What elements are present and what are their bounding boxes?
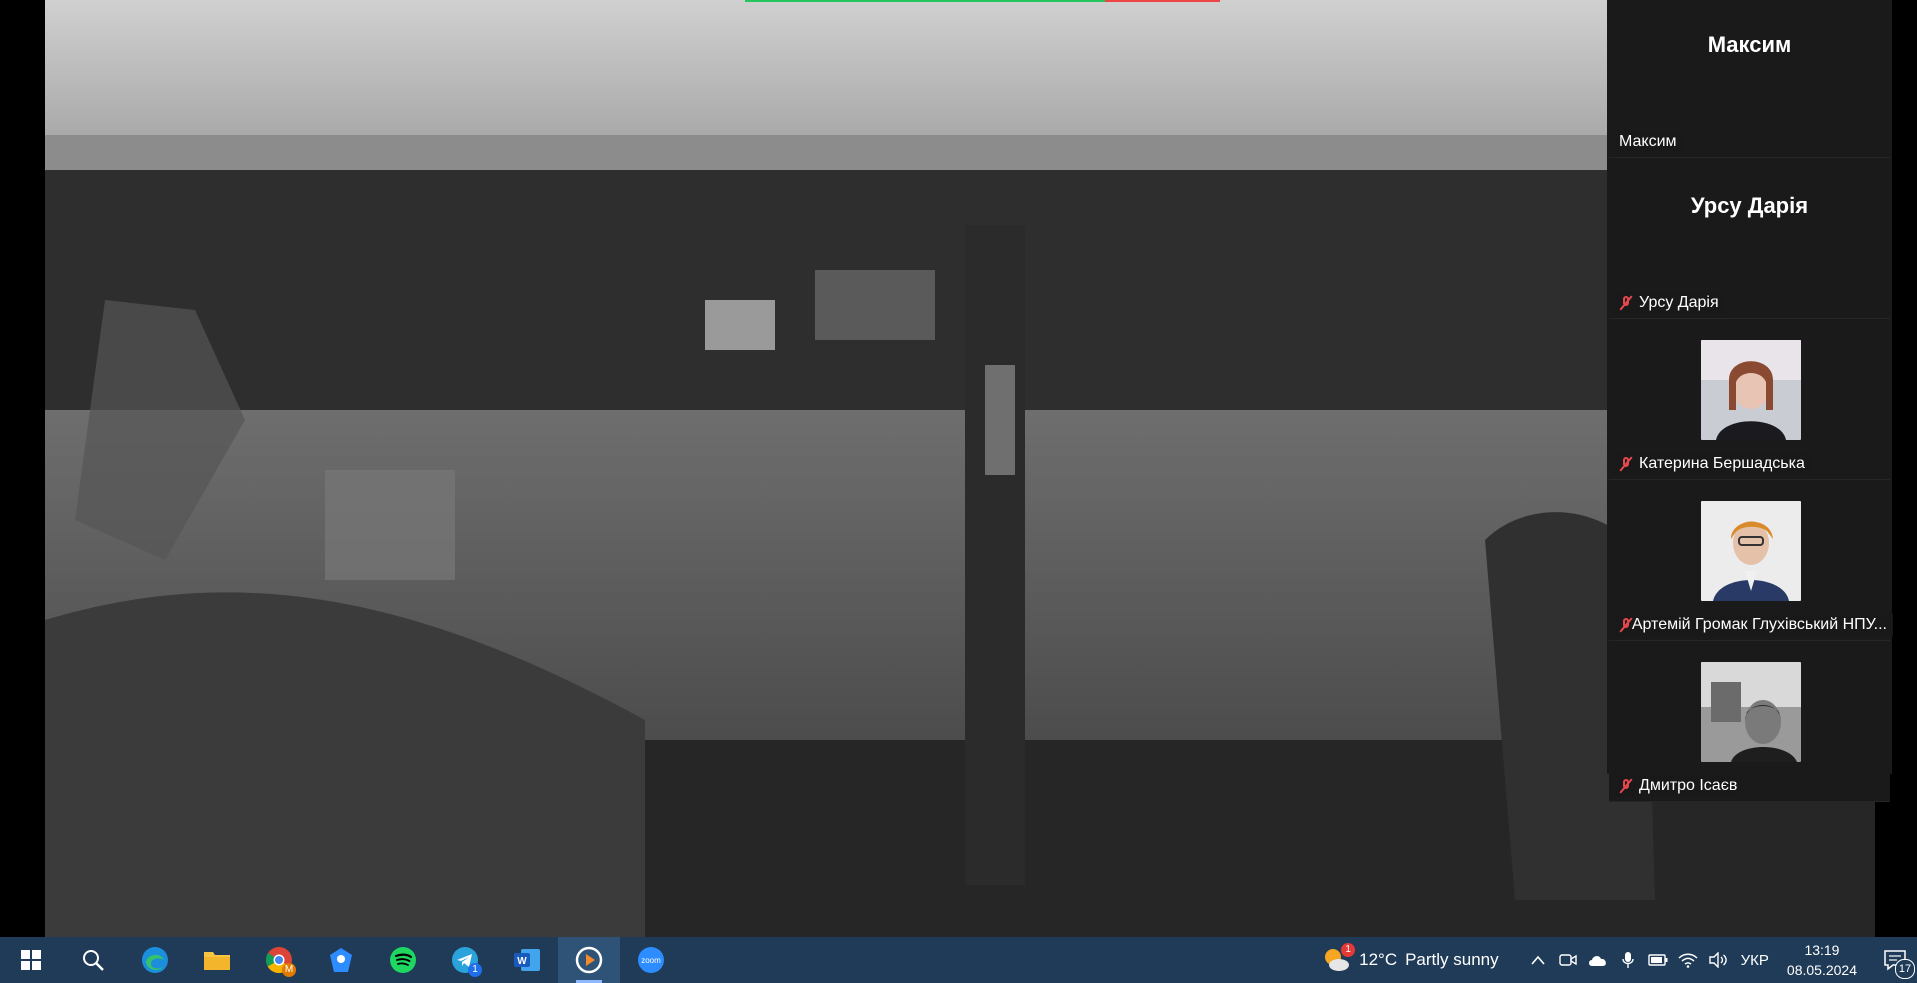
tray-onedrive[interactable] [1583,937,1613,983]
mic-muted-icon [1619,295,1633,311]
media-player-icon [575,946,603,974]
blue-app-icon [330,948,352,972]
speaker-icon [1708,952,1727,968]
microphone-icon [1621,952,1634,968]
windows-logo-icon [21,950,41,970]
weather-desc: Partly sunny [1405,950,1499,969]
search-icon [83,950,104,971]
clock-date: 08.05.2024 [1786,962,1857,978]
weather-alert-badge: 1 [1341,943,1356,957]
word-icon: W [514,949,540,971]
system-clock[interactable]: 13:19 08.05.2024 [1787,940,1857,980]
taskbar-app-word[interactable]: W [496,937,558,983]
video-frame-scene [45,0,1875,937]
wifi-icon [1678,953,1698,968]
participant-label-text: Катерина Бершадська [1639,455,1805,472]
tray-microphone[interactable] [1613,937,1643,983]
zoom-icon: zoom [638,947,664,973]
participant-video [1701,501,1801,601]
participant-video [1701,340,1801,440]
taskbar-app-media-player[interactable] [558,937,620,983]
participant-name-label: Максим [1615,131,1683,153]
participant-name-label: Дмитро Ісаєв [1615,775,1744,797]
mic-muted-icon [1619,617,1629,633]
participant-tile[interactable]: Катерина Бершадська [1609,322,1890,480]
participant-tile[interactable]: Дмитро Ісаєв [1609,644,1890,802]
weather-widget[interactable]: 1 12°C Partly sunny [1321,943,1499,975]
system-tray: 1 12°C Partly sunny УКР 13:19 08.05.2024… [1321,937,1917,983]
taskbar-app-telegram[interactable]: 1 [434,937,496,983]
tray-battery[interactable] [1643,937,1673,983]
participant-display-name: Максим [1707,32,1792,57]
windows-taskbar: M 1 W zoom 1 12°C Partly sunny УКР 13:19… [0,937,1917,983]
start-button[interactable] [0,937,62,983]
weather-temp: 12°C [1359,950,1398,969]
participant-label-text: Максим [1619,133,1677,150]
battery-icon [1647,954,1668,966]
taskbar-app-zoom[interactable]: zoom [620,937,682,983]
participants-panel: Максим Максим Урсу Дарія Урсу Дарія Кате… [1607,0,1893,802]
tray-volume[interactable] [1703,937,1733,983]
folder-icon [204,952,230,970]
notification-count-badge: 17 [1895,959,1915,979]
zoom-icon-label: zoom [641,956,661,965]
shared-screen-video [45,0,1875,937]
participant-name-label: Урсу Дарія [1615,292,1725,314]
camera-tray-icon [1558,954,1577,966]
participant-name-label: Артемій Громак Глухівський НПУ... [1615,614,1893,636]
mic-muted-icon [1619,778,1633,794]
participant-tile[interactable]: Максим Максим [1609,0,1890,158]
share-indicator-green [745,0,1105,2]
chrome-profile-badge: M [282,963,296,977]
share-indicator-red [1105,0,1220,2]
search-button[interactable] [62,937,124,983]
taskbar-app-chrome[interactable]: M [248,937,310,983]
participant-tile[interactable]: Урсу Дарія Урсу Дарія [1609,161,1890,319]
tray-wifi[interactable] [1673,937,1703,983]
edge-icon [142,947,168,973]
keyboard-language[interactable]: УКР [1733,952,1777,969]
participant-tile[interactable]: Артемій Громак Глухівський НПУ... [1609,483,1893,641]
participant-label-text: Артемій Громак Глухівський НПУ... [1631,616,1887,633]
taskbar-app-file-explorer[interactable] [186,937,248,983]
spotify-icon [390,947,416,973]
notification-center-button[interactable]: 17 [1873,937,1917,983]
participant-label-text: Дмитро Ісаєв [1639,777,1738,794]
telegram-unread-badge: 1 [468,963,482,977]
taskbar-app-spotify[interactable] [372,937,434,983]
svg-text:W: W [517,956,527,967]
participant-name-label: Катерина Бершадська [1615,453,1811,475]
taskbar-app-edge[interactable] [124,937,186,983]
chevron-up-icon [1531,955,1545,965]
participant-label-text: Урсу Дарія [1639,294,1719,311]
taskbar-app-blue[interactable] [310,937,372,983]
participant-video [1701,662,1801,762]
participant-display-name: Урсу Дарія [1690,193,1809,218]
mic-muted-icon [1619,456,1633,472]
clock-time: 13:19 [1804,942,1840,958]
tray-meet-now[interactable] [1553,937,1583,983]
show-hidden-icons-button[interactable] [1523,937,1553,983]
cloud-icon [1588,956,1606,966]
weather-sun-cloud-icon: 1 [1321,943,1356,975]
